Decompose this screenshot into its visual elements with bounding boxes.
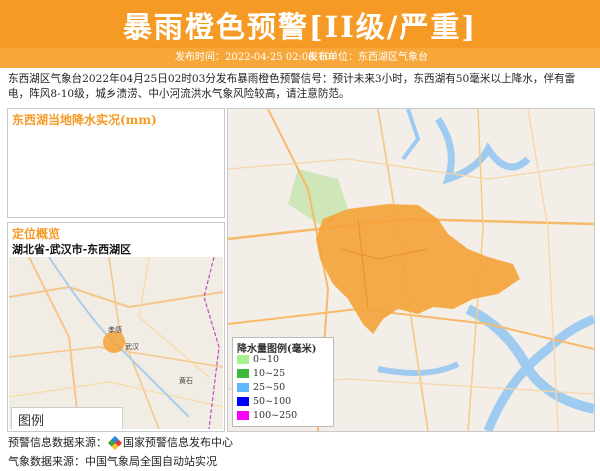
rain-legend-item: 0~10 — [237, 354, 279, 365]
warning-source-line: 预警信息数据来源： 国家预警信息发布中心 — [8, 434, 233, 451]
warning-center-logo-icon — [107, 435, 123, 451]
rain-swatch-50-100 — [237, 397, 249, 406]
warning-title: 暴雨橙色预警[II级/严重] — [122, 10, 478, 44]
issuer: 发布单位：东西湖区气象台 — [308, 52, 428, 63]
location-subtitle: 湖北省-武汉市-东西湖区 — [12, 243, 132, 256]
main-map[interactable]: 降水量图例(毫米) 0~10 10~25 25~50 50~100 100~25… — [227, 108, 595, 432]
warning-source-label: 预警信息数据来源： — [8, 436, 107, 449]
rain-swatch-0-10 — [237, 355, 249, 364]
rain-swatch-10-25 — [237, 369, 249, 378]
overview-legend-title: 图例 — [18, 414, 45, 429]
local-rain-panel: 东西湖当地降水实况(mm) — [7, 108, 225, 218]
rain-legend-title: 降水量图例(毫米) — [237, 344, 317, 355]
rain-legend-item: 50~100 — [237, 396, 291, 407]
rain-legend: 降水量图例(毫米) 0~10 10~25 25~50 50~100 100~25… — [232, 337, 334, 427]
warning-source-name[interactable]: 国家预警信息发布中心 — [123, 436, 233, 449]
rain-swatch-25-50 — [237, 383, 249, 392]
overview-legend: 图例 国界 省界 — [11, 407, 123, 429]
huangshi-label: 黄石 — [179, 376, 193, 385]
rain-legend-item: 100~250 — [237, 410, 297, 421]
overview-map-graphic: 孝感 武汉 黄石 — [9, 257, 223, 429]
weather-source-line: 气象数据来源：中国气象局全国自动站实况 — [8, 455, 217, 468]
warning-description: 东西湖区气象台2022年04月25日02时03分发布暴雨橙色预警信号：预计未来3… — [8, 73, 576, 100]
location-title: 定位概览 — [12, 227, 61, 241]
local-rain-title: 东西湖当地降水实况(mm) — [12, 113, 157, 127]
location-panel: 定位概览 湖北省-武汉市-东西湖区 孝感 武汉 黄石 图例 国界 省界 — [7, 222, 225, 432]
rain-swatch-100-250 — [237, 411, 249, 420]
warning-header: 暴雨橙色预警[II级/严重] — [0, 0, 600, 48]
rain-legend-item: 25~50 — [237, 382, 285, 393]
xiaogan-label: 孝感 — [108, 325, 122, 334]
issue-info-bar: 发布时间：2022-04-25 02:06:10 发布单位：东西湖区气象台 — [0, 48, 600, 68]
overview-map[interactable]: 孝感 武汉 黄石 图例 国界 省界 — [9, 257, 223, 429]
wuhan-label: 武汉 — [125, 342, 139, 351]
rain-legend-item: 10~25 — [237, 368, 285, 379]
